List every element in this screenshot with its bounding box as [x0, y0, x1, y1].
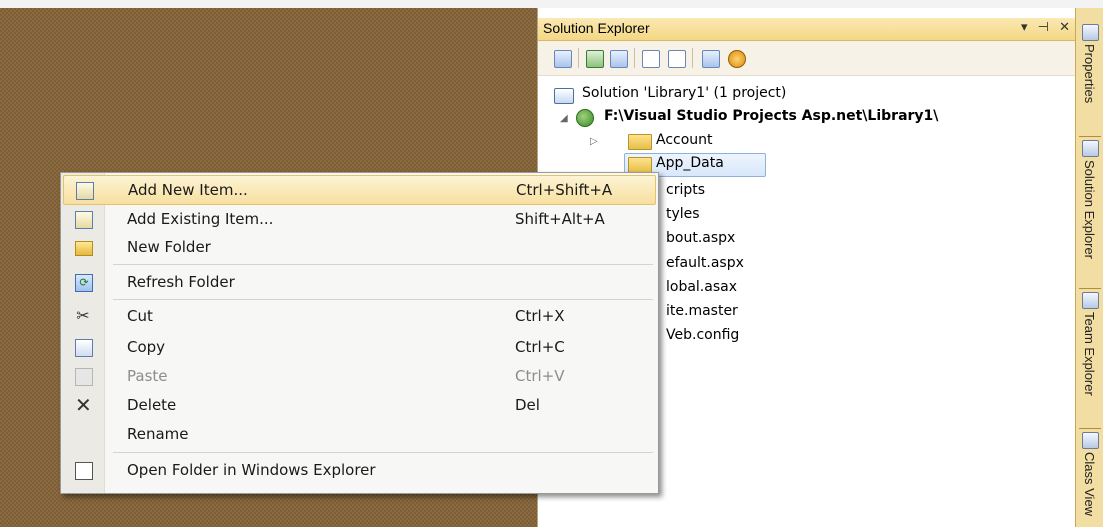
top-strip [0, 0, 1103, 8]
nested-related-files-icon[interactable] [728, 50, 746, 68]
menu-item-label: Add Existing Item... [127, 210, 274, 228]
dropdown-icon[interactable]: ▾ [1021, 20, 1028, 35]
menu-item-shortcut: Ctrl+C [515, 338, 565, 356]
tree-item-site-master[interactable]: ite.master [666, 300, 738, 322]
menu-item-shortcut: Shift+Alt+A [515, 210, 605, 228]
side-tab-separator [1079, 428, 1101, 429]
menu-item-shortcut: Ctrl+Shift+A [516, 181, 613, 199]
show-all-files-icon[interactable] [610, 50, 628, 68]
folder-icon [628, 157, 652, 173]
tree-item-app-data[interactable]: App_Data [656, 152, 724, 174]
menu-item-label: New Folder [127, 238, 211, 256]
side-tab-properties[interactable]: Properties [1076, 22, 1103, 136]
menu-item-label: Refresh Folder [127, 273, 235, 291]
solution-explorer-titlebar: Solution Explorer ▾ ⊣ ✕ [538, 18, 1076, 41]
menu-item-label: Open Folder in Windows Explorer [127, 461, 376, 479]
side-tab-class-view[interactable]: Class View [1076, 430, 1103, 527]
new-folder-icon [75, 241, 93, 256]
paste-icon [75, 368, 93, 386]
menu-item-label: Delete [127, 396, 177, 414]
view-designer-icon[interactable] [668, 50, 686, 68]
menu-item-shortcut: Ctrl+X [515, 307, 565, 325]
tree-item-styles[interactable]: tyles [666, 203, 700, 225]
menu-item-label: Cut [127, 307, 153, 325]
tree-item-scripts[interactable]: cripts [666, 179, 705, 201]
tree-item-global[interactable]: lobal.asax [666, 276, 737, 298]
side-tab-label: Team Explorer [1082, 312, 1097, 396]
menu-separator [113, 299, 653, 300]
delete-icon: ✕ [75, 393, 92, 417]
refresh-icon[interactable] [586, 50, 604, 68]
copy-icon [75, 339, 93, 357]
add-new-item-icon [76, 182, 94, 200]
menu-item-add-existing-item[interactable]: Add Existing Item... Shift+Alt+A [63, 205, 656, 233]
refresh-folder-icon: ⟳ [75, 274, 93, 292]
folder-icon [628, 134, 652, 150]
solution-icon [554, 88, 574, 104]
properties-icon [1082, 24, 1099, 41]
menu-item-new-folder[interactable]: New Folder [63, 233, 656, 261]
titlebar-controls: ▾ ⊣ ✕ [1015, 20, 1070, 35]
side-tab-label: Solution Explorer [1082, 160, 1097, 259]
class-view-icon [1082, 432, 1099, 449]
menu-item-label: Paste [127, 367, 168, 385]
side-tab-label: Properties [1082, 44, 1097, 104]
toolbar-separator [692, 48, 693, 68]
side-tab-separator [1079, 288, 1101, 289]
solution-explorer-title: Solution Explorer [543, 20, 650, 36]
view-class-diagram-icon[interactable] [702, 50, 720, 68]
tree-item-about[interactable]: bout.aspx [666, 227, 735, 249]
menu-item-label: Copy [127, 338, 166, 356]
toolbar-separator [634, 48, 635, 68]
solution-explorer-icon [1082, 140, 1099, 157]
menu-item-open-folder-in-explorer[interactable]: Open Folder in Windows Explorer [63, 456, 656, 484]
menu-item-add-new-item[interactable]: Add New Item... Ctrl+Shift+A [63, 175, 656, 205]
side-tab-label: Class View [1082, 452, 1097, 517]
close-icon[interactable]: ✕ [1059, 20, 1070, 35]
team-explorer-icon [1082, 292, 1099, 309]
tree-item-default[interactable]: efault.aspx [666, 252, 744, 274]
menu-item-refresh-folder[interactable]: ⟳ Refresh Folder [63, 268, 656, 296]
menu-item-copy[interactable]: Copy Ctrl+C [63, 333, 656, 361]
menu-separator [113, 264, 653, 265]
side-tab-solution-explorer[interactable]: Solution Explorer [1076, 138, 1103, 288]
menu-separator [113, 452, 653, 453]
pin-icon[interactable]: ⊣ [1038, 20, 1049, 35]
context-menu: Add New Item... Ctrl+Shift+A Add Existin… [60, 172, 659, 494]
solution-explorer-toolbar [538, 41, 1076, 76]
properties-icon[interactable] [554, 50, 572, 68]
menu-item-rename[interactable]: Rename [63, 420, 656, 448]
view-code-icon[interactable] [642, 50, 660, 68]
menu-item-cut[interactable]: ✂ Cut Ctrl+X [63, 302, 656, 330]
open-folder-icon [75, 462, 93, 480]
add-existing-item-icon [75, 211, 93, 229]
tree-solution[interactable]: Solution 'Library1' (1 project) [582, 82, 786, 104]
menu-item-delete[interactable]: ✕ Delete Del [63, 391, 656, 419]
tree-project[interactable]: F:\Visual Studio Projects Asp.net\Librar… [604, 105, 938, 127]
side-tab-team-explorer[interactable]: Team Explorer [1076, 290, 1103, 428]
menu-item-label: Rename [127, 425, 189, 443]
menu-item-shortcut: Del [515, 396, 540, 414]
side-tab-strip: Properties Solution Explorer Team Explor… [1075, 8, 1103, 527]
cut-icon: ✂ [76, 306, 90, 325]
project-icon [576, 109, 594, 127]
expand-arrow-icon[interactable]: ▷ [590, 136, 598, 147]
side-tab-separator [1079, 136, 1101, 137]
menu-item-paste: Paste Ctrl+V [63, 362, 656, 390]
tree-item-account[interactable]: Account [656, 129, 713, 151]
toolbar-separator [578, 48, 579, 68]
menu-item-shortcut: Ctrl+V [515, 367, 565, 385]
menu-item-label: Add New Item... [128, 181, 248, 199]
tree-item-web-config[interactable]: Veb.config [666, 324, 739, 346]
collapse-arrow-icon[interactable]: ◢ [560, 113, 568, 124]
